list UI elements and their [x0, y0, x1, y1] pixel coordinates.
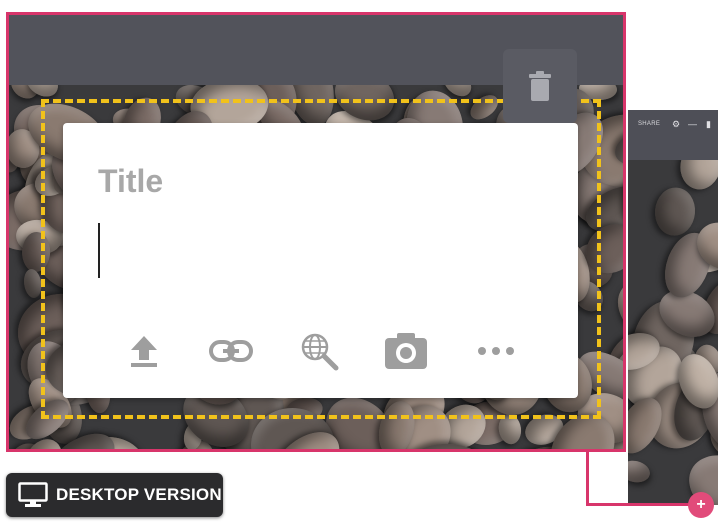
link-icon: [209, 340, 253, 362]
side-preview-background: [628, 160, 718, 505]
upload-button[interactable]: [121, 328, 167, 374]
more-icon: [478, 347, 514, 355]
desktop-version-badge: DESKTOP VERSION: [6, 473, 223, 517]
main-screenshot: Title: [6, 12, 626, 452]
web-search-icon: [301, 333, 339, 371]
more-button[interactable]: [473, 328, 519, 374]
pebble-decoration: [676, 160, 718, 193]
monitor-icon: [18, 482, 48, 507]
side-preview-screenshot: SHARE ⚙ — ▮: [628, 110, 718, 505]
delete-button[interactable]: [503, 49, 577, 123]
trash-icon: [529, 71, 551, 101]
add-button[interactable]: +: [688, 492, 714, 518]
connector-line: [586, 503, 696, 506]
trash-icon: ▮: [706, 119, 711, 129]
web-search-button[interactable]: [296, 328, 342, 374]
note-card: Title: [63, 123, 578, 398]
camera-icon: [385, 333, 427, 369]
connector-line: [586, 450, 589, 506]
pebble-decoration: [21, 268, 43, 300]
text-cursor[interactable]: [98, 223, 100, 278]
title-input[interactable]: Title: [98, 163, 163, 200]
camera-button[interactable]: [383, 328, 429, 374]
link-button[interactable]: [208, 328, 254, 374]
gear-icon: ⚙: [672, 119, 681, 129]
upload-icon: [131, 336, 157, 367]
side-preview-topbar: SHARE ⚙ — ▮: [628, 110, 718, 160]
minus-icon: —: [688, 119, 697, 129]
pebble-decoration: [628, 458, 652, 486]
desktop-version-label: DESKTOP VERSION: [56, 485, 222, 504]
pebble-decoration: [652, 185, 697, 238]
side-share-label: SHARE: [638, 121, 661, 127]
